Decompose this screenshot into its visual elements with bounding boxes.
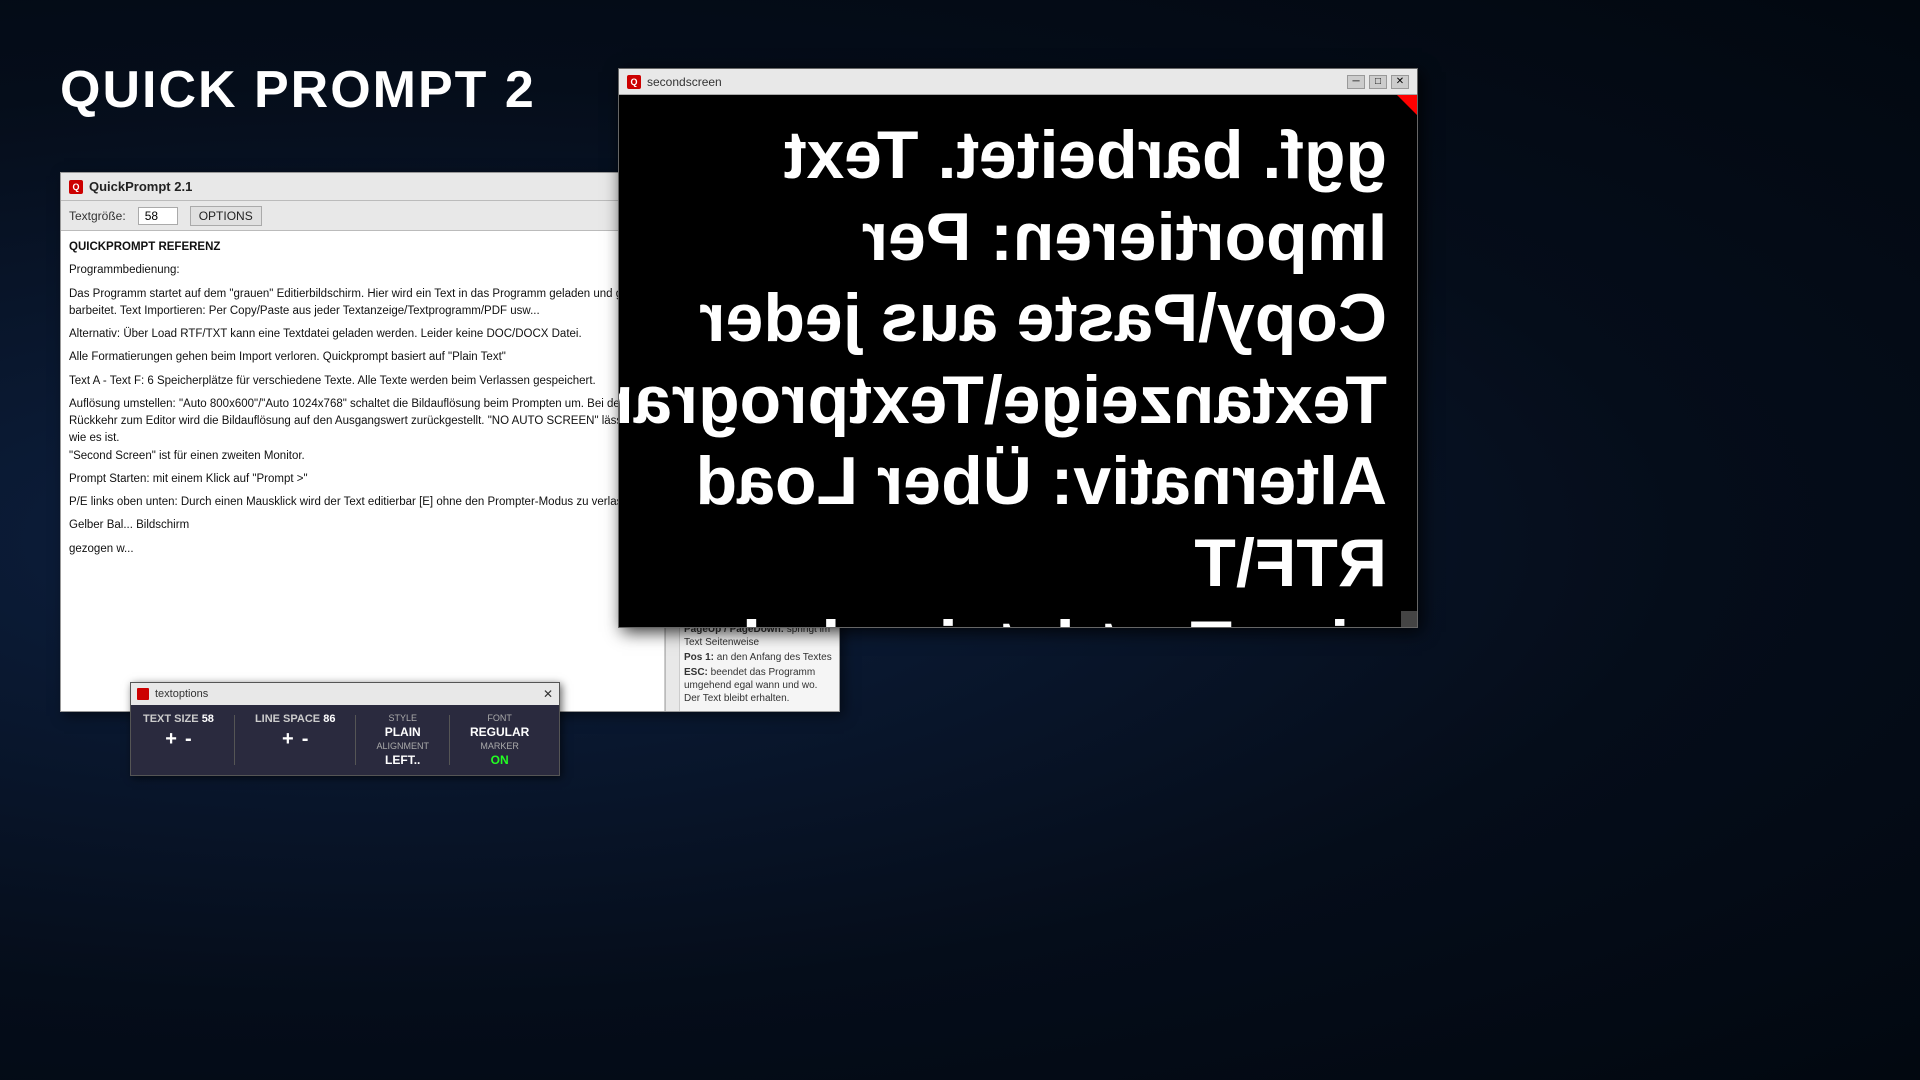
textsize-plus-btn[interactable]: + bbox=[165, 729, 177, 749]
divider-2 bbox=[355, 715, 356, 765]
textoptions-title: textoptions bbox=[155, 688, 537, 700]
textoptions-titlebar: textoptions ✕ bbox=[131, 683, 559, 705]
ss-maximize-btn[interactable]: □ bbox=[1369, 75, 1387, 89]
ss-app-icon: Q bbox=[627, 75, 641, 89]
alignment-value[interactable]: LEFT.. bbox=[385, 753, 420, 767]
divider-3 bbox=[449, 715, 450, 765]
alignment-sub-label: ALIGNMENT bbox=[376, 741, 429, 751]
textsize-value[interactable]: 58 bbox=[138, 207, 178, 225]
linespace-btns: + - bbox=[282, 729, 308, 749]
textsize-group: TEXT SIZE 58 + - bbox=[143, 713, 214, 749]
font-sub-label: FONT bbox=[487, 713, 512, 723]
ss-close-btn[interactable]: ✕ bbox=[1391, 75, 1409, 89]
red-corner-marker bbox=[1397, 95, 1417, 115]
qp-editor[interactable]: QUICKPROMPT REFERENZ Programmbedienung: … bbox=[61, 231, 665, 711]
textoptions-content: TEXT SIZE 58 + - LINE SPACE 86 + - STYLE… bbox=[131, 705, 559, 775]
options-button[interactable]: OPTIONS bbox=[190, 206, 262, 226]
textoptions-bar: textoptions ✕ TEXT SIZE 58 + - LINE SPAC… bbox=[130, 682, 560, 776]
second-screen-window: Q secondscreen ─ □ ✕ ggf. barbeitet. Tex… bbox=[618, 68, 1418, 628]
textsize-minus-btn[interactable]: - bbox=[185, 729, 192, 749]
textsize-label: Textgröße: bbox=[69, 209, 126, 223]
resize-handle[interactable] bbox=[1401, 611, 1417, 627]
textoptions-icon bbox=[137, 688, 149, 700]
ss-titlebar-buttons: ─ □ ✕ bbox=[1347, 75, 1409, 89]
ss-content: ggf. barbeitet. Text Importieren: Per Co… bbox=[619, 95, 1417, 627]
marker-value[interactable]: ON bbox=[491, 753, 509, 767]
ss-minimize-btn[interactable]: ─ bbox=[1347, 75, 1365, 89]
ss-title: secondscreen bbox=[647, 75, 1341, 89]
editor-content: QUICKPROMPT REFERENZ Programmbedienung: … bbox=[69, 239, 656, 558]
style-value[interactable]: PLAIN bbox=[385, 725, 421, 739]
linespace-plus-btn[interactable]: + bbox=[282, 729, 294, 749]
font-value[interactable]: REGULAR bbox=[470, 725, 529, 739]
linespace-minus-btn[interactable]: - bbox=[302, 729, 309, 749]
textoptions-close-btn[interactable]: ✕ bbox=[543, 687, 553, 701]
font-group: FONT REGULAR MARKER ON bbox=[470, 713, 529, 767]
textsize-main-label: TEXT SIZE 58 bbox=[143, 713, 214, 725]
ss-mirrored-text: ggf. barbeitet. Text Importieren: Per Co… bbox=[649, 115, 1387, 627]
style-sub-label: STYLE bbox=[388, 713, 417, 723]
marker-sub-label: MARKER bbox=[480, 741, 519, 751]
linespace-main-label: LINE SPACE 86 bbox=[255, 713, 336, 725]
ss-titlebar: Q secondscreen ─ □ ✕ bbox=[619, 69, 1417, 95]
divider-1 bbox=[234, 715, 235, 765]
main-title: QUICK PROMPT 2 bbox=[60, 60, 536, 120]
textsize-btns: + - bbox=[165, 729, 191, 749]
qp-app-icon: Q bbox=[69, 180, 83, 194]
linespace-group: LINE SPACE 86 + - bbox=[255, 713, 336, 749]
style-group: STYLE PLAIN ALIGNMENT LEFT.. bbox=[376, 713, 429, 767]
